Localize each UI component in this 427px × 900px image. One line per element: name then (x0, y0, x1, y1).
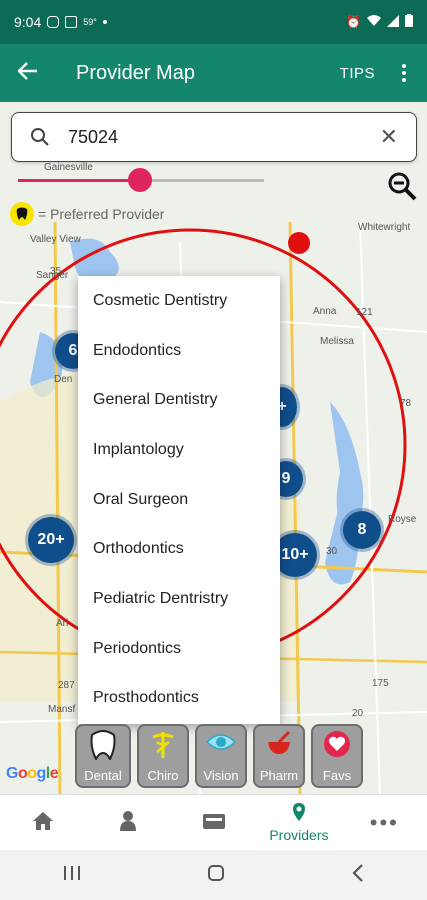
map-label: Melissa (320, 336, 354, 347)
highway-shield: 175 (372, 678, 389, 689)
map-label: Anna (313, 306, 337, 317)
map-label: Valley View (30, 234, 81, 245)
image-icon (65, 16, 78, 28)
google-logo: Google (6, 765, 59, 782)
category-vision-button[interactable]: Vision (195, 724, 247, 788)
dropdown-item[interactable]: Endodontics (78, 326, 280, 376)
tooth-icon (10, 202, 34, 226)
mortar-icon (265, 730, 293, 763)
nav-providers-label: Providers (269, 827, 329, 843)
id-card-icon (202, 811, 226, 834)
category-label: Dental (84, 768, 122, 783)
dropdown-item[interactable]: Cosmetic Dentistry (78, 276, 280, 326)
dropdown-item[interactable]: Pediatric Dentristry (78, 574, 280, 624)
highway-shield: 287 (58, 680, 75, 691)
zoom-out-icon[interactable] (386, 170, 418, 207)
nav-cards[interactable] (171, 795, 256, 850)
overflow-menu-icon[interactable] (397, 64, 411, 82)
preferred-provider-legend: = Preferred Provider (10, 202, 164, 226)
radius-slider[interactable] (18, 168, 264, 192)
recents-icon[interactable] (63, 865, 81, 886)
category-label: Favs (322, 768, 352, 783)
clear-icon[interactable]: ✕ (380, 124, 398, 150)
search-icon (12, 127, 68, 147)
nav-insurance[interactable] (85, 795, 170, 850)
signal-icon (387, 14, 399, 30)
caduceus-icon (150, 730, 176, 765)
highway-shield: 35 (50, 266, 62, 277)
nav-providers[interactable]: Providers (256, 795, 341, 850)
provider-cluster[interactable]: 8 (340, 508, 384, 552)
nav-more[interactable]: ••• (342, 795, 427, 850)
tips-button[interactable]: TIPS (340, 65, 375, 82)
category-dental-button[interactable]: Dental (75, 724, 131, 788)
eye-icon (205, 730, 237, 759)
highway-shield: 121 (356, 307, 373, 318)
dropdown-item[interactable]: Oral Surgeon (78, 475, 280, 525)
home-icon (32, 811, 54, 834)
heart-icon (323, 730, 351, 763)
tooth-icon (90, 730, 116, 765)
instagram-icon (47, 16, 60, 28)
back-icon[interactable] (352, 863, 364, 887)
nav-home[interactable] (0, 795, 85, 850)
map-label: Arl (56, 618, 69, 629)
category-favs-button[interactable]: Favs (311, 724, 363, 788)
dropdown-item[interactable]: Periodontics (78, 624, 280, 674)
map-label: Mansf (48, 704, 76, 715)
alarm-icon: ⏰ (346, 15, 361, 29)
dropdown-item[interactable]: General Dentistry (78, 375, 280, 425)
page-title: Provider Map (76, 61, 195, 84)
category-pharm-button[interactable]: Pharm (253, 724, 305, 788)
system-nav-bar (0, 850, 427, 900)
dropdown-item[interactable]: Orthodontics (78, 524, 280, 574)
more-dots-icon: ••• (369, 809, 399, 835)
wifi-icon (367, 14, 381, 30)
category-label: Vision (203, 768, 239, 783)
map-label: Den (54, 374, 73, 385)
category-chiro-button[interactable]: Chiro (137, 724, 189, 788)
home-button-icon[interactable] (207, 864, 225, 887)
status-time: 9:04 (14, 14, 42, 30)
battery-icon (405, 14, 413, 30)
map-label: Royse (388, 514, 417, 525)
category-label: Chiro (147, 768, 179, 783)
dropdown-item[interactable]: Prosthodontics (78, 674, 280, 724)
app-bar: Provider Map TIPS (0, 44, 427, 102)
status-bar: 9:04 59° ⏰ (0, 0, 427, 44)
person-shield-icon (117, 810, 139, 835)
highway-shield: 20 (352, 708, 364, 719)
bottom-nav: Providers ••• (0, 794, 427, 850)
highway-shield: 78 (400, 398, 412, 409)
dropdown-item[interactable]: Implantology (78, 425, 280, 475)
back-arrow-icon[interactable] (0, 59, 56, 87)
zip-search-input[interactable] (68, 126, 368, 148)
preferred-provider-label: = Preferred Provider (38, 206, 165, 222)
dot-icon (102, 20, 107, 24)
category-label: Pharm (259, 768, 299, 783)
status-temp: 59° (83, 17, 97, 27)
provider-cluster[interactable]: 20+ (25, 514, 77, 566)
highway-shield: 30 (326, 546, 338, 557)
slider-thumb[interactable] (128, 168, 152, 192)
slider-fill (18, 179, 140, 182)
providers-icon (288, 802, 310, 827)
map-label: Whitewright (358, 222, 411, 233)
toll-icon (288, 232, 310, 254)
category-bar: Dental Chiro Vision Pharm Favs (75, 724, 363, 788)
specialty-dropdown: Cosmetic Dentistry Endodontics General D… (78, 276, 280, 724)
search-bar[interactable]: ✕ (11, 112, 417, 162)
